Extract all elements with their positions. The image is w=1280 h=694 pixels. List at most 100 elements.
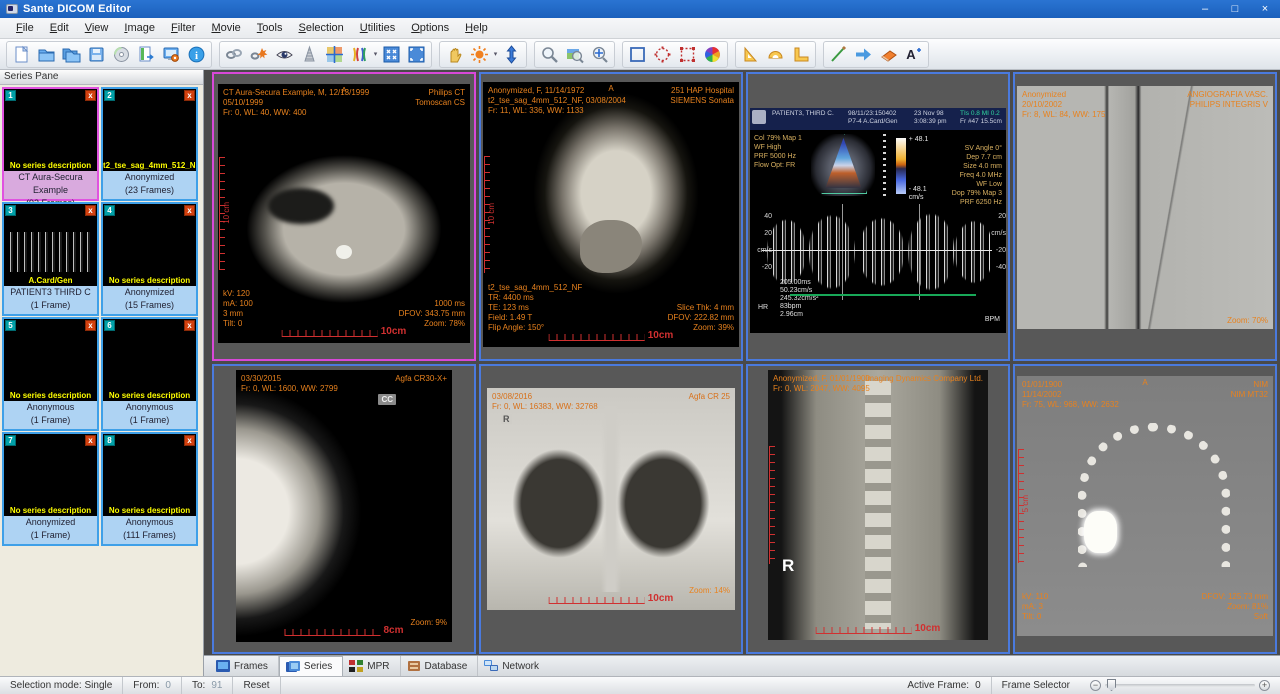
thumbnail-image bbox=[103, 89, 196, 171]
tab-network[interactable]: Network bbox=[478, 656, 549, 676]
series-thumbnail-5[interactable]: 5 x No series description Anonymous(1 Fr… bbox=[2, 317, 99, 431]
text-annotation-icon[interactable]: A bbox=[901, 42, 926, 66]
workstation-settings-icon[interactable] bbox=[159, 42, 184, 66]
tab-database[interactable]: Database bbox=[401, 656, 479, 676]
maximize-button[interactable]: □ bbox=[1220, 0, 1250, 18]
menu-tools[interactable]: Tools bbox=[249, 20, 291, 36]
close-series-icon[interactable]: x bbox=[184, 205, 195, 216]
viewport-mri-brain[interactable]: A Anonymized, F, 11/14/1972t2_tse_sag_4m… bbox=[479, 72, 743, 361]
slider-thumb[interactable] bbox=[1107, 679, 1116, 691]
series-thumbnail-1[interactable]: 1 x No series description CT Aura-Secura… bbox=[2, 87, 99, 201]
overlay-top-right: Philips CTTomoscan CS bbox=[415, 88, 465, 108]
menu-options[interactable]: Options bbox=[403, 20, 457, 36]
series-palette-dropdown[interactable]: ▾ bbox=[372, 50, 379, 58]
menu-utilities[interactable]: Utilities bbox=[352, 20, 403, 36]
scroll-frames-icon[interactable] bbox=[499, 42, 524, 66]
brightness-dropdown[interactable]: ▾ bbox=[492, 50, 499, 58]
rectangle-roi-icon[interactable] bbox=[675, 42, 700, 66]
tab-series[interactable]: Series bbox=[279, 656, 343, 676]
close-series-icon[interactable]: x bbox=[85, 90, 96, 101]
pan-hand-icon[interactable] bbox=[442, 42, 467, 66]
unlink-icon[interactable] bbox=[247, 42, 272, 66]
close-series-icon[interactable]: x bbox=[184, 90, 195, 101]
viewport-chest-xray[interactable]: 03/08/2016Fr: 0, WL: 16383, WW: 32768 Ag… bbox=[479, 364, 743, 654]
color-wheel-icon[interactable] bbox=[700, 42, 725, 66]
frame-selector-slider[interactable]: − + bbox=[1080, 680, 1280, 691]
to-value: 91 bbox=[211, 680, 222, 691]
overlay-top-left: 03/30/2015Fr: 0, WL: 1600, WW: 2799 bbox=[241, 374, 338, 394]
viewport-mammogram[interactable]: 03/30/2015Fr: 0, WL: 1600, WW: 2799 Agfa… bbox=[212, 364, 476, 654]
viewport-ultrasound[interactable]: PATIENT3, THIRD C. 98/11/23:150402P7-4 A… bbox=[746, 72, 1010, 361]
triangle-ruler-icon[interactable] bbox=[738, 42, 763, 66]
menu-edit[interactable]: Edit bbox=[42, 20, 77, 36]
close-series-icon[interactable]: x bbox=[85, 320, 96, 331]
preview-eye-icon[interactable] bbox=[272, 42, 297, 66]
waveform-divider bbox=[842, 204, 843, 300]
close-series-icon[interactable]: x bbox=[85, 205, 96, 216]
menu-filter[interactable]: Filter bbox=[163, 20, 203, 36]
mammogram-image: 03/30/2015Fr: 0, WL: 1600, WW: 2799 Agfa… bbox=[236, 370, 452, 642]
link-icon[interactable] bbox=[222, 42, 247, 66]
zoom-fit-icon[interactable] bbox=[587, 42, 612, 66]
export-icon[interactable] bbox=[134, 42, 159, 66]
zoom-icon[interactable] bbox=[537, 42, 562, 66]
series-patient: Anonymized bbox=[103, 286, 196, 299]
viewport-ct-abdomen[interactable]: A CT Aura-Secura Example, M, 12/13/19990… bbox=[212, 72, 476, 361]
series-number-badge: 2 bbox=[104, 90, 115, 101]
to-label: To: bbox=[192, 680, 205, 691]
us-study-id: 98/11/23:150402 bbox=[848, 110, 910, 118]
rectangle-select-icon[interactable] bbox=[625, 42, 650, 66]
brightness-icon[interactable] bbox=[467, 42, 492, 66]
open-folder-icon[interactable] bbox=[34, 42, 59, 66]
save-icon[interactable] bbox=[84, 42, 109, 66]
menu-image[interactable]: Image bbox=[116, 20, 163, 36]
menu-movie[interactable]: Movie bbox=[203, 20, 248, 36]
fit-width-icon[interactable] bbox=[379, 42, 404, 66]
series-thumbnail-2[interactable]: 2 x t2_tse_sag_4mm_512_NF Anonymized(23 … bbox=[101, 87, 198, 201]
series-thumbnail-7[interactable]: 7 x No series description Anonymized(1 F… bbox=[2, 432, 99, 546]
frame-decrement-button[interactable]: − bbox=[1090, 680, 1101, 691]
close-series-icon[interactable]: x bbox=[184, 435, 195, 446]
angle-ruler-icon[interactable] bbox=[788, 42, 813, 66]
menu-help[interactable]: Help bbox=[457, 20, 496, 36]
new-file-icon[interactable] bbox=[9, 42, 34, 66]
viewport-abdomen-xray[interactable]: Anonymized, F, 01/01/1900Fr: 0, WL: 2047… bbox=[746, 364, 1010, 654]
histogram-icon[interactable] bbox=[297, 42, 322, 66]
viewport-angiogram[interactable]: Anonymized20/10/2002Fr: 8, WL: 84, WW: 1… bbox=[1013, 72, 1277, 361]
slider-track[interactable] bbox=[1105, 684, 1255, 687]
tab-mpr[interactable]: MPR bbox=[343, 656, 400, 676]
chest-xray-image: 03/08/2016Fr: 0, WL: 16383, WW: 32768 Ag… bbox=[487, 388, 735, 610]
minimize-button[interactable]: – bbox=[1190, 0, 1220, 18]
menu-selection[interactable]: Selection bbox=[290, 20, 351, 36]
eraser-icon[interactable] bbox=[876, 42, 901, 66]
zoom-region-icon[interactable] bbox=[562, 42, 587, 66]
layout-grid-icon[interactable] bbox=[322, 42, 347, 66]
menu-view[interactable]: View bbox=[77, 20, 117, 36]
overlay-bottom-right: Zoom: 9% bbox=[411, 618, 447, 628]
close-button[interactable]: × bbox=[1250, 0, 1280, 18]
close-series-icon[interactable]: x bbox=[85, 435, 96, 446]
menu-file[interactable]: File bbox=[8, 20, 42, 36]
burn-cd-icon[interactable] bbox=[109, 42, 134, 66]
series-palette-icon[interactable] bbox=[347, 42, 372, 66]
thumbnail-image bbox=[4, 89, 97, 171]
fit-screen-icon[interactable] bbox=[404, 42, 429, 66]
series-thumbnail-3[interactable]: 3 x A.Card/Gen PATIENT3 THIRD C(1 Frame) bbox=[2, 202, 99, 316]
close-series-icon[interactable]: x bbox=[184, 320, 195, 331]
open-series-icon[interactable] bbox=[59, 42, 84, 66]
line-draw-icon[interactable] bbox=[826, 42, 851, 66]
info-icon[interactable]: i bbox=[184, 42, 209, 66]
series-pane-title: Series Pane bbox=[0, 70, 203, 85]
protractor-icon[interactable] bbox=[763, 42, 788, 66]
ellipse-roi-icon[interactable] bbox=[650, 42, 675, 66]
viewer-grid: A CT Aura-Secura Example, M, 12/13/19990… bbox=[204, 70, 1280, 655]
reset-button[interactable]: Reset bbox=[233, 677, 280, 694]
viewport-dental-ct[interactable]: A 01/01/190011/14/2002Fr: 75, WL: 968, W… bbox=[1013, 364, 1277, 654]
vendor-logo-icon bbox=[752, 110, 766, 124]
tab-frames[interactable]: Frames bbox=[210, 656, 279, 676]
frame-increment-button[interactable]: + bbox=[1259, 680, 1270, 691]
series-thumbnail-8[interactable]: 8 x No series description Anonymous(111 … bbox=[101, 432, 198, 546]
arrow-draw-icon[interactable] bbox=[851, 42, 876, 66]
series-thumbnail-6[interactable]: 6 x No series description Anonymous(1 Fr… bbox=[101, 317, 198, 431]
series-thumbnail-4[interactable]: 4 x No series description Anonymized(15 … bbox=[101, 202, 198, 316]
